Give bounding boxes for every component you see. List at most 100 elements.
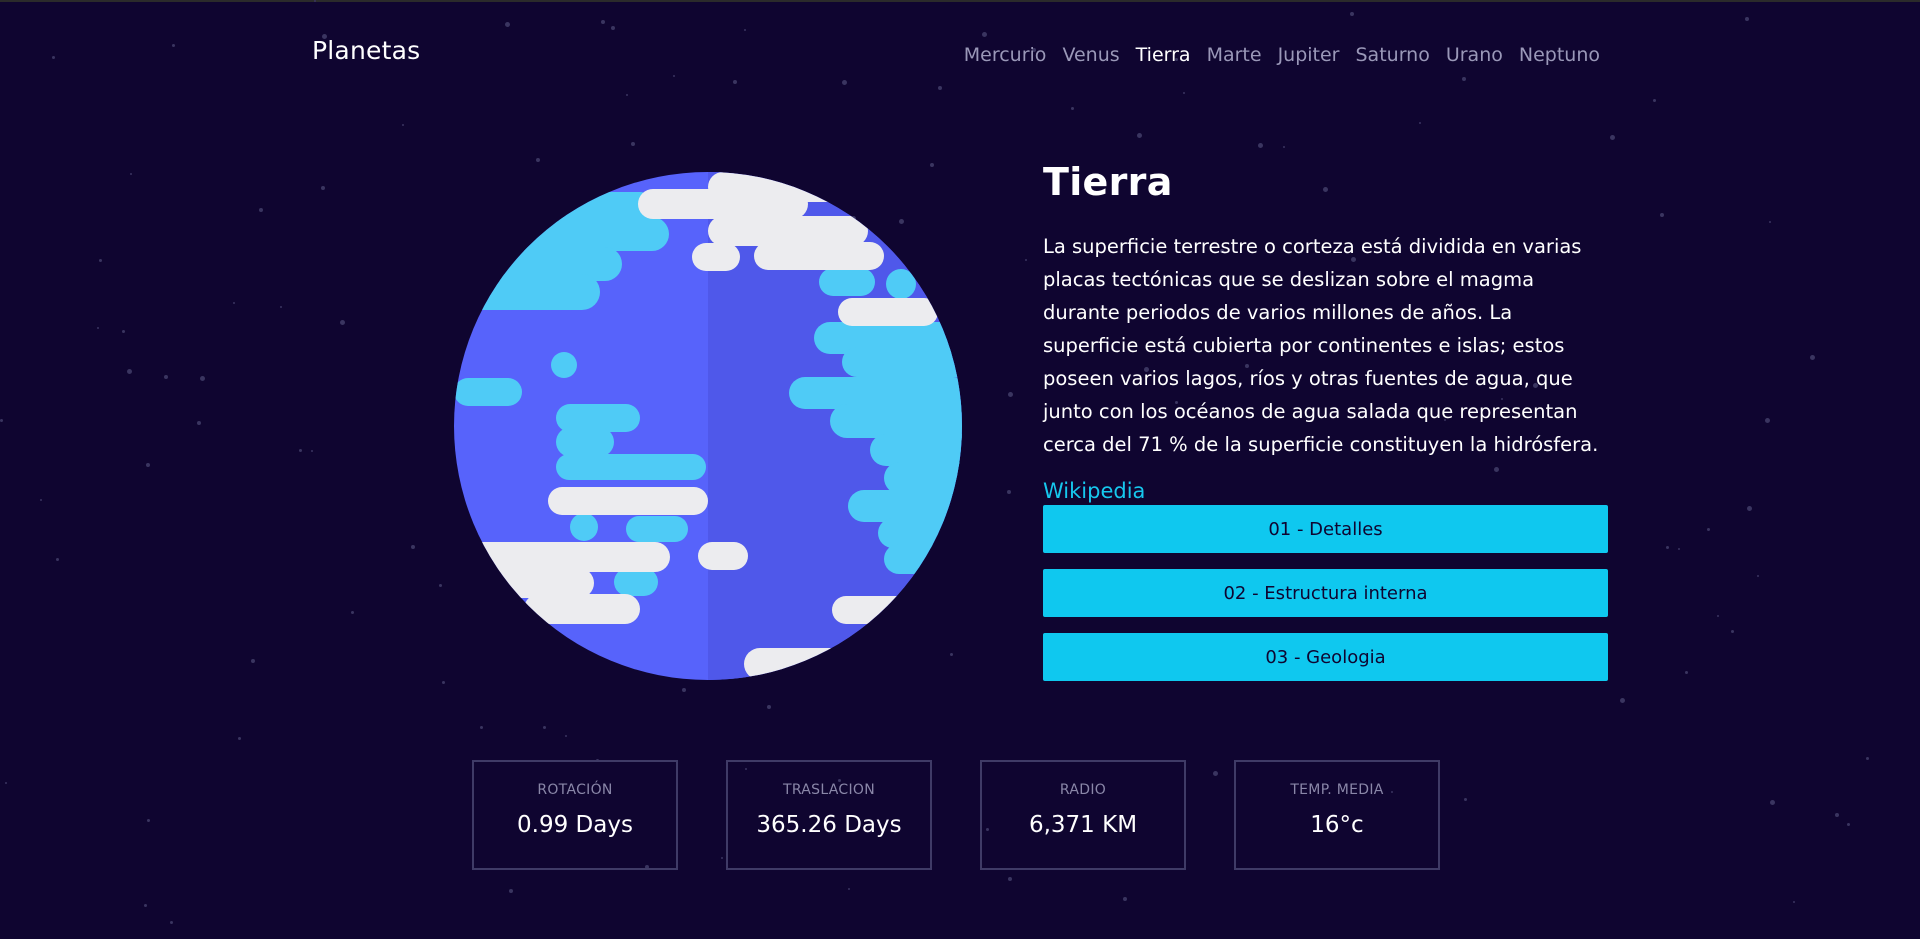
star-dot — [601, 20, 605, 24]
planet-info: Tierra La superficie terrestre o corteza… — [1043, 160, 1608, 681]
star-dot — [1462, 77, 1466, 81]
star-dot — [1835, 813, 1839, 817]
star-dot — [170, 921, 173, 924]
star-dot — [1707, 528, 1710, 531]
star-dot — [1745, 17, 1749, 21]
star-dot — [505, 22, 510, 27]
star-dot — [52, 56, 55, 59]
page: Planetas Mercurio Venus Tierra Marte Jup… — [0, 0, 1920, 939]
star-dot — [1464, 798, 1467, 801]
star-dot — [1866, 757, 1869, 760]
star-dot — [200, 376, 205, 381]
star-dot — [1183, 92, 1185, 94]
stat-mean-temperature: TEMP. MEDIA 16°c — [1234, 760, 1440, 870]
star-dot — [1283, 146, 1285, 148]
nav-item-marte[interactable]: Marte — [1207, 44, 1262, 66]
star-dot — [233, 302, 235, 304]
star-dot — [127, 369, 132, 374]
star-dot — [1685, 671, 1688, 674]
star-dot — [5, 782, 7, 784]
stat-value: 16°c — [1310, 812, 1364, 838]
stat-label: ROTACIÓN — [537, 782, 613, 798]
star-dot — [1847, 823, 1850, 826]
star-dot — [1793, 901, 1795, 903]
nav-item-urano[interactable]: Urano — [1446, 44, 1503, 66]
nav-item-mercurio[interactable]: Mercurio — [964, 44, 1047, 66]
nav-item-neptuno[interactable]: Neptuno — [1519, 44, 1600, 66]
star-dot — [1770, 800, 1775, 805]
nav-item-saturno[interactable]: Saturno — [1356, 44, 1430, 66]
star-dot — [1008, 877, 1012, 881]
internal-structure-button[interactable]: 02 - Estructura interna — [1043, 569, 1608, 617]
star-dot — [56, 558, 59, 561]
details-button[interactable]: 01 - Detalles — [1043, 505, 1608, 553]
star-dot — [1747, 506, 1752, 511]
star-dot — [402, 124, 404, 126]
star-dot — [611, 26, 615, 30]
star-dot — [744, 29, 746, 31]
star-dot — [1025, 259, 1027, 261]
star-dot — [40, 499, 42, 501]
star-dot — [311, 450, 313, 452]
nav-item-tierra[interactable]: Tierra — [1136, 44, 1191, 66]
star-dot — [1123, 897, 1127, 901]
star-dot — [1660, 213, 1664, 217]
earth-illustration — [454, 172, 962, 680]
star-dot — [1810, 355, 1815, 360]
planet-description: La superficie terrestre o corteza está d… — [1043, 235, 1599, 456]
stat-label: TRASLACION — [782, 782, 876, 798]
planet-nav: Mercurio Venus Tierra Marte Jupiter Satu… — [964, 44, 1600, 66]
nav-item-jupiter[interactable]: Jupiter — [1278, 44, 1340, 66]
star-dot — [1007, 490, 1011, 494]
star-dot — [280, 306, 282, 308]
brand-logo[interactable]: Planetas — [312, 36, 420, 65]
star-dot — [767, 705, 771, 709]
star-dot — [411, 545, 415, 549]
star-dot — [733, 80, 737, 84]
star-dot — [442, 681, 445, 684]
star-dot — [682, 688, 686, 692]
geology-button[interactable]: 03 - Geologia — [1043, 633, 1608, 681]
stat-value: 6,371 KM — [1028, 812, 1138, 838]
star-dot — [144, 904, 147, 907]
star-dot — [1765, 418, 1770, 423]
star-dot — [509, 889, 513, 893]
star-dot — [259, 208, 263, 212]
star-dot — [299, 449, 302, 452]
star-dot — [197, 421, 201, 425]
star-dot — [1071, 107, 1074, 110]
nav-item-venus[interactable]: Venus — [1062, 44, 1119, 66]
star-dot — [1350, 12, 1354, 16]
star-dot — [1419, 122, 1421, 124]
star-dot — [1717, 615, 1719, 617]
star-dot — [480, 726, 483, 729]
star-dot — [842, 80, 847, 85]
star-dot — [351, 611, 354, 614]
star-dot — [982, 32, 987, 37]
star-dot — [1258, 143, 1263, 148]
star-dot — [848, 888, 850, 890]
star-dot — [1678, 548, 1680, 550]
stat-label: TEMP. MEDIA — [1290, 782, 1384, 798]
star-dot — [626, 94, 628, 96]
star-dot — [99, 259, 102, 262]
star-dot — [1653, 99, 1656, 102]
section-buttons: 01 - Detalles 02 - Estructura interna 03… — [1043, 505, 1608, 681]
star-dot — [238, 737, 241, 740]
star-dot — [1610, 135, 1615, 140]
star-dot — [147, 819, 150, 822]
star-dot — [97, 327, 99, 329]
star-dot — [0, 419, 3, 422]
wikipedia-link[interactable]: Wikipedia — [1043, 479, 1145, 503]
stat-rotation: ROTACIÓN 0.99 Days — [472, 760, 678, 870]
star-dot — [164, 375, 168, 379]
planet-stats: ROTACIÓN 0.99 Days TRASLACION 365.26 Day… — [472, 760, 1440, 870]
star-dot — [1008, 392, 1013, 397]
star-dot — [130, 173, 132, 175]
star-dot — [631, 142, 635, 146]
stat-value: 365.26 Days — [756, 812, 902, 838]
star-dot — [251, 659, 255, 663]
star-dot — [536, 158, 540, 162]
star-dot — [314, 0, 316, 2]
star-dot — [146, 463, 150, 467]
